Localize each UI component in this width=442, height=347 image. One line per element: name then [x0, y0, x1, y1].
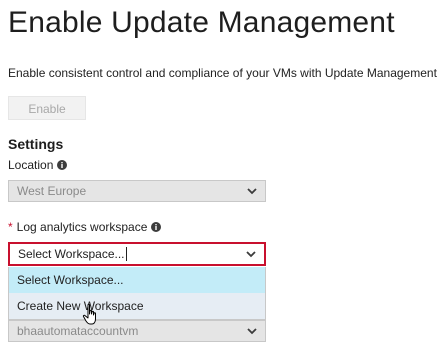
info-icon[interactable]	[57, 160, 68, 170]
chevron-down-icon	[247, 188, 257, 195]
workspace-label: * Log analytics workspace	[8, 220, 162, 234]
location-select-value: West Europe	[17, 184, 87, 198]
chevron-down-icon	[247, 328, 257, 335]
dropdown-option-select-workspace[interactable]: Select Workspace...	[9, 267, 265, 293]
page-title: Enable Update Management	[8, 6, 395, 39]
location-label-text: Location	[8, 158, 54, 172]
workspace-select-text: Select Workspace...	[18, 246, 125, 261]
hand-pointer-cursor-icon	[82, 303, 96, 325]
workspace-select[interactable]: Select Workspace...	[8, 242, 266, 266]
settings-heading: Settings	[8, 136, 64, 152]
location-label: Location	[8, 158, 68, 172]
workspace-select-value: Select Workspace...	[18, 247, 246, 262]
location-select: West Europe	[8, 180, 266, 202]
enable-update-management-blade: Enable Update Management Enable consiste…	[0, 0, 442, 347]
page-subtitle: Enable consistent control and compliance…	[8, 66, 437, 80]
dropdown-option-create-new-workspace[interactable]: Create New Workspace	[9, 293, 265, 319]
required-marker: *	[8, 220, 13, 234]
workspace-label-text: Log analytics workspace	[16, 220, 148, 234]
text-caret	[125, 247, 127, 262]
enable-button[interactable]: Enable	[8, 96, 86, 120]
workspace-dropdown-list: Select Workspace... Create New Workspace	[8, 267, 266, 320]
chevron-down-icon	[246, 251, 256, 258]
info-icon[interactable]	[151, 222, 162, 232]
automation-account-select: bhaautomataccountvm	[8, 320, 266, 342]
automation-account-value: bhaautomataccountvm	[17, 324, 139, 338]
